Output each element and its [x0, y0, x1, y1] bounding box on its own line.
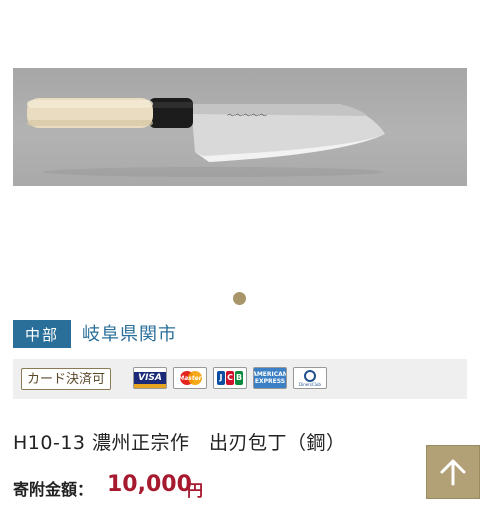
carousel-dot-active[interactable] [233, 292, 246, 305]
product-image[interactable]: 〜〜〜〜〜 [13, 68, 467, 186]
region-badge: 中部 [13, 320, 71, 348]
donation-amount: 10,000 [107, 472, 192, 497]
donation-label: 寄附金額： [13, 480, 94, 499]
svg-text:〜〜〜〜〜: 〜〜〜〜〜 [227, 111, 267, 120]
product-title: H10-13 濃州正宗作 出刃包丁（鋼） [13, 432, 346, 454]
jcb-logo: JCB [213, 367, 247, 389]
arrow-up-icon [440, 459, 466, 486]
region-city-link[interactable]: 岐阜県関市 [82, 321, 177, 349]
donation-unit: 円 [187, 481, 204, 500]
back-to-top-button[interactable] [426, 445, 480, 499]
visa-logo: VISA [133, 367, 167, 389]
diners-club-logo: DinersClub [293, 367, 327, 389]
mastercard-logo: Master [173, 367, 207, 389]
card-payable-label: カード決済可 [21, 368, 112, 390]
payment-bar: カード決済可 VISA Master JCB AMERICAN EXPRESS D… [13, 359, 467, 399]
knife-photo: 〜〜〜〜〜 [27, 98, 385, 177]
page: 〜〜〜〜〜 中部 岐阜県関市 カード決済可 VISA Master JCB AM… [0, 0, 480, 521]
amex-logo: AMERICAN EXPRESS [253, 367, 287, 389]
